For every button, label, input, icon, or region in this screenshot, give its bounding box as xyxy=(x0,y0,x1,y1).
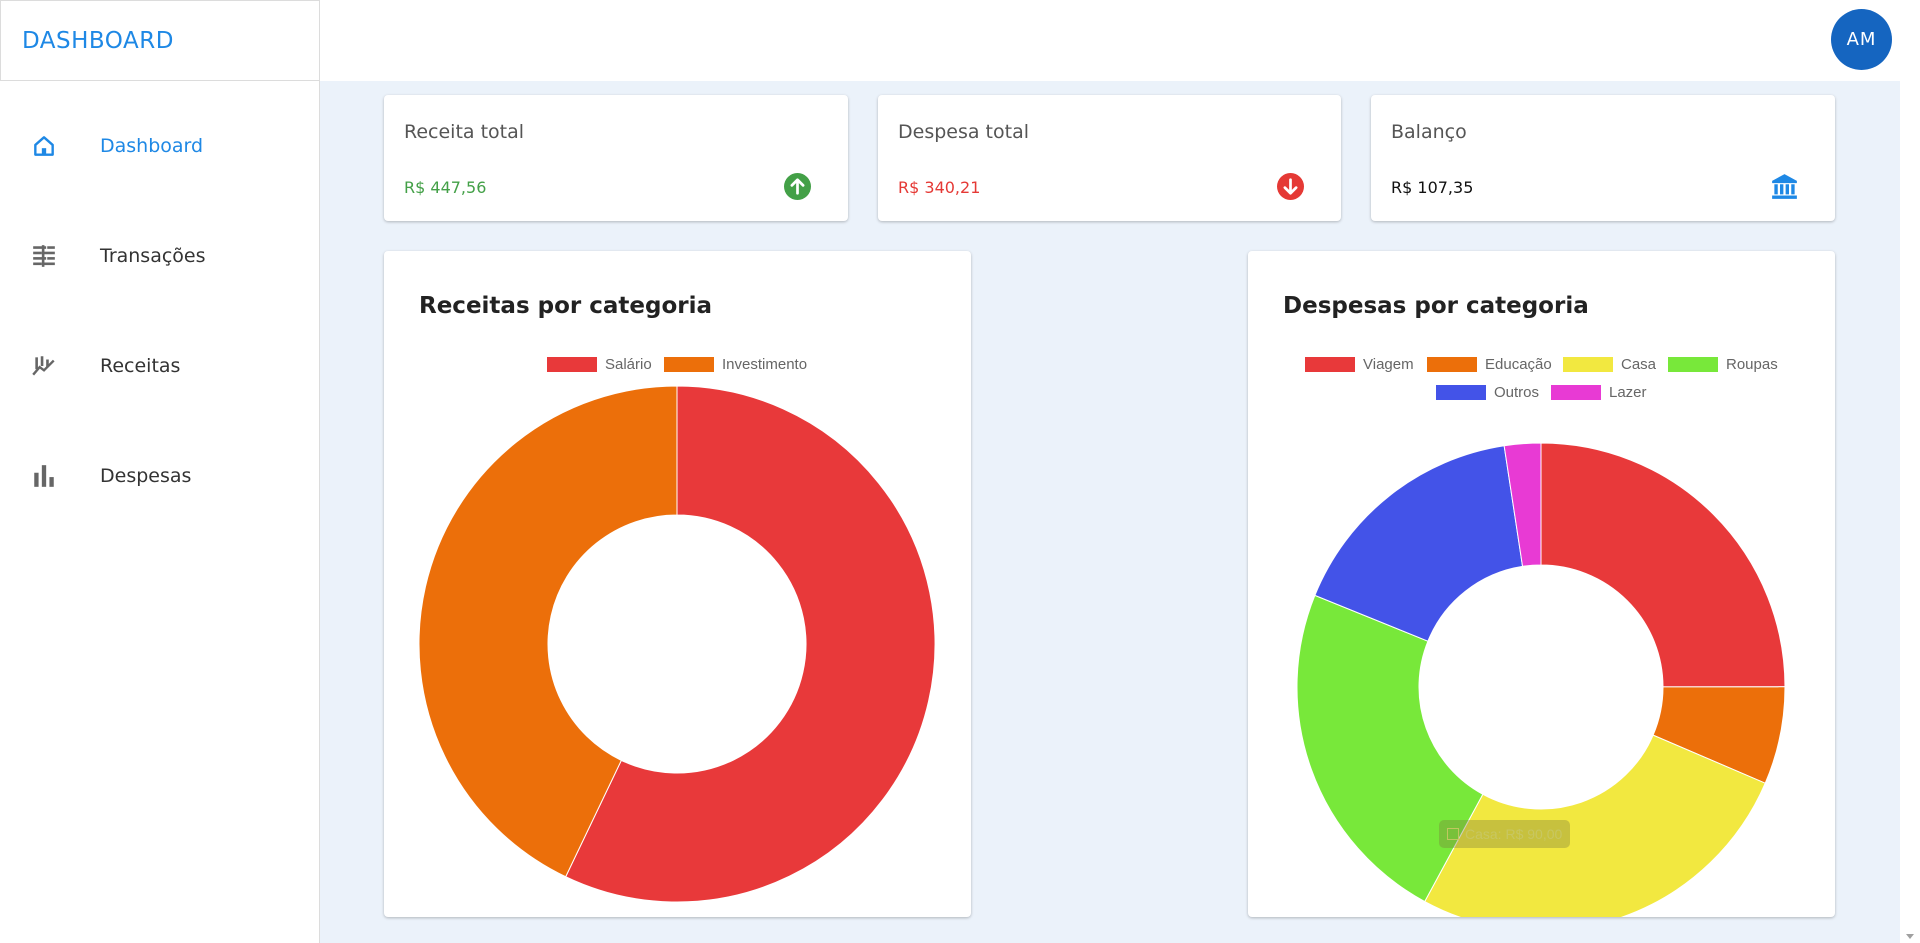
transactions-icon xyxy=(30,242,58,270)
brand-title: DASHBOARD xyxy=(22,27,174,54)
sidebar-item-label: Dashboard xyxy=(100,135,204,157)
income-donut-chart xyxy=(418,385,936,903)
trending-icon xyxy=(30,352,58,380)
balance-title: Balanço xyxy=(1391,121,1467,143)
scrollbar[interactable] xyxy=(1900,0,1920,943)
income-card: Receita total R$ 447,56 xyxy=(384,95,848,221)
sidebar-item-transacoes[interactable]: Transações xyxy=(0,226,320,286)
expense-card: Despesa total R$ 340,21 xyxy=(878,95,1341,221)
sidebar-item-label: Despesas xyxy=(100,465,192,487)
expense-value: R$ 340,21 xyxy=(898,178,981,197)
sidebar-item-despesas[interactable]: Despesas xyxy=(0,446,320,506)
tooltip-swatch xyxy=(1447,828,1459,840)
arrow-down-circle-icon xyxy=(1277,173,1304,200)
expense-chart-card: Despesas por categoria Viagem Educação C… xyxy=(1248,251,1835,917)
arrow-up-circle-icon xyxy=(784,173,811,200)
balance-value: R$ 107,35 xyxy=(1391,178,1474,197)
donut-slice-viagem[interactable] xyxy=(1540,442,1786,688)
balance-card: Balanço R$ 107,35 xyxy=(1371,95,1835,221)
income-chart-card: Receitas por categoria Salário Investime… xyxy=(384,251,971,917)
sidebar-item-receitas[interactable]: Receitas xyxy=(0,336,320,396)
sidebar: Dashboard Transações Receitas Despesas xyxy=(0,81,320,943)
expense-title: Despesa total xyxy=(898,121,1029,143)
income-title: Receita total xyxy=(404,121,525,143)
expense-donut-chart xyxy=(1296,442,1786,917)
home-icon xyxy=(30,132,58,160)
sidebar-item-label: Transações xyxy=(100,245,206,267)
sidebar-item-dashboard[interactable]: Dashboard xyxy=(0,116,320,176)
tooltip-text: Casa: R$ 90,00 xyxy=(1465,826,1563,842)
chart-tooltip: Casa: R$ 90,00 xyxy=(1439,820,1571,848)
scroll-down-arrow-icon[interactable] xyxy=(1906,934,1914,939)
brand-header: DASHBOARD xyxy=(0,0,320,81)
income-value: R$ 447,56 xyxy=(404,178,487,197)
top-bar: AM xyxy=(320,0,1900,81)
avatar[interactable]: AM xyxy=(1831,9,1892,70)
sidebar-item-label: Receitas xyxy=(100,355,181,377)
bank-icon xyxy=(1771,173,1798,200)
bar-chart-icon xyxy=(30,462,58,490)
